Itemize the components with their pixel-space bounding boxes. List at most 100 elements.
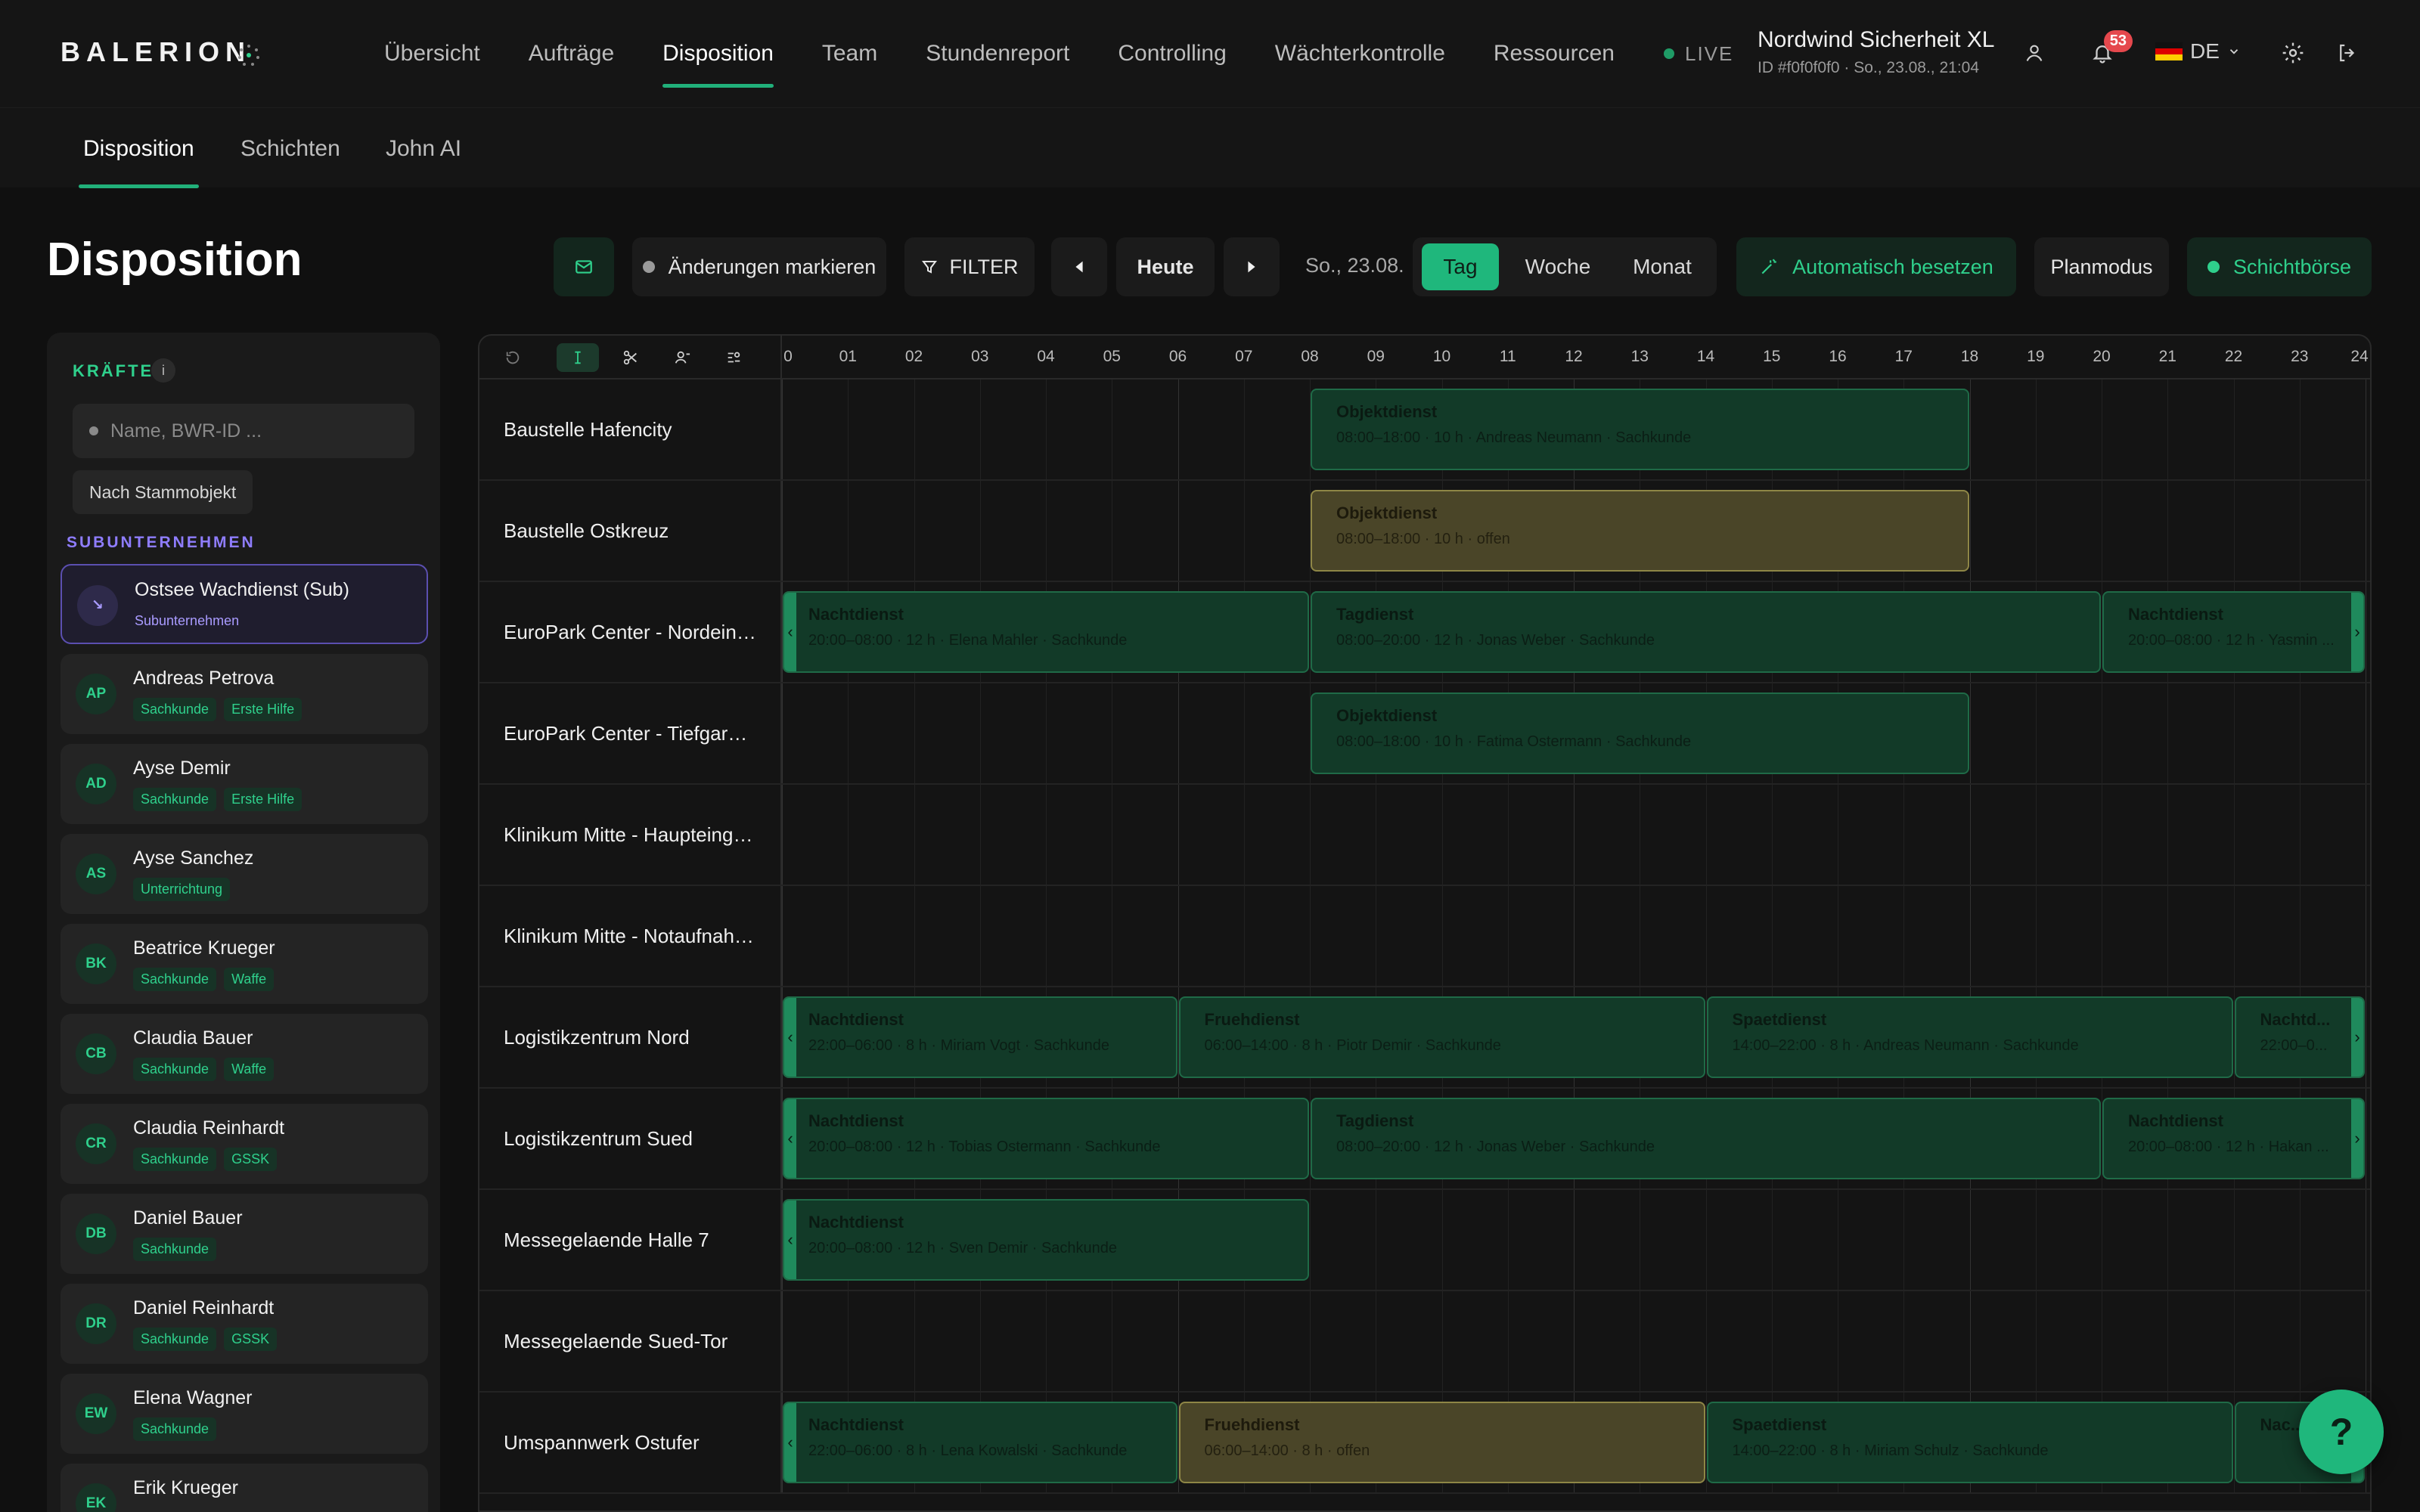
group-by-object-button[interactable]: Nach Stammobjekt [73, 470, 253, 514]
shift-block[interactable]: Tagdienst 08:00–20:00 · 12 h · Jonas Web… [1311, 591, 2101, 673]
nav-stundenreport[interactable]: Stundenreport [926, 0, 1069, 107]
select-cursor-icon[interactable] [557, 343, 599, 372]
row-track[interactable]: Objektdienst 08:00–18:00 · 10 h · offen [782, 481, 2370, 581]
open-shift-block[interactable]: Fruehdienst 06:00–14:00 · 8 h · offen [1178, 1402, 1705, 1483]
grid-line [1441, 1190, 1443, 1290]
user-icon[interactable] [2019, 38, 2049, 68]
object-name[interactable]: Klinikum Mitte - Notaufnahme [479, 886, 782, 986]
bell-icon[interactable]: 53 [2087, 30, 2133, 68]
object-name[interactable]: Messegelaende Sued-Tor [479, 1291, 782, 1391]
worker-card[interactable]: CR Claudia Reinhardt Sachkunde GSSK [60, 1104, 428, 1184]
shift-block[interactable]: Nachtdienst 20:00–08:00 · 12 h · Tobias … [783, 1098, 1309, 1179]
nav-team[interactable]: Team [822, 0, 877, 107]
help-button[interactable]: ? [2299, 1390, 2384, 1474]
planner-row: Messegelaende Sued-Tor [479, 1291, 2370, 1393]
info-icon[interactable]: i [151, 358, 175, 383]
tab-disposition[interactable]: Disposition [79, 108, 199, 188]
shift-block[interactable]: Nachtdienst 20:00–08:00 · 12 h · Yasmin … [2102, 591, 2365, 673]
worker-card[interactable]: AS Ayse Sanchez Unterrichtung [60, 834, 428, 914]
shift-block[interactable]: Objektdienst 08:00–18:00 · 10 h · Andrea… [1311, 389, 1969, 470]
row-track[interactable] [782, 886, 2370, 986]
shift-block[interactable]: Nachtdienst 22:00–06:00 · 8 h · Lena Kow… [783, 1402, 1177, 1483]
object-name[interactable]: Logistikzentrum Sued [479, 1089, 782, 1188]
list-settings-icon[interactable] [712, 343, 755, 372]
worker-card[interactable]: DB Daniel Bauer Sachkunde [60, 1194, 428, 1274]
row-track[interactable]: Nachtdienst 20:00–08:00 · 12 h · Sven De… [782, 1190, 2370, 1290]
worker-card[interactable]: BK Beatrice Krueger Sachkunde Waffe [60, 924, 428, 1004]
language-select[interactable]: DE [2155, 39, 2241, 64]
nav-uebersicht[interactable]: Übersicht [384, 0, 480, 107]
mark-changes-toggle[interactable]: Änderungen markieren [632, 237, 886, 296]
grid-line [1574, 785, 1575, 885]
shift-block[interactable]: Tagdienst 08:00–20:00 · 12 h · Jonas Web… [1311, 1098, 2101, 1179]
worker-search-input[interactable]: Name, BWR-ID ... [73, 404, 414, 458]
object-name[interactable]: Umspannwerk Ostufer [479, 1393, 782, 1492]
shift-block[interactable]: Nachtdienst 20:00–08:00 · 12 h · Sven De… [783, 1199, 1309, 1281]
nav-auftraege[interactable]: Aufträge [529, 0, 614, 107]
row-track[interactable]: Nachtdienst 22:00–06:00 · 8 h · Miriam V… [782, 987, 2370, 1087]
object-name[interactable]: EuroPark Center - Nordeingang [479, 582, 782, 682]
view-tag[interactable]: Tag [1422, 243, 1499, 290]
next-day-button[interactable] [1224, 237, 1280, 296]
grid-line [1310, 886, 1311, 986]
plan-mode-button[interactable]: Planmodus [2034, 237, 2169, 296]
row-track[interactable]: Nachtdienst 22:00–06:00 · 8 h · Lena Kow… [782, 1393, 2370, 1492]
grid-line [848, 785, 849, 885]
grid-line [1243, 380, 1245, 479]
shift-block[interactable]: Fruehdienst 06:00–14:00 · 8 h · Piotr De… [1178, 996, 1705, 1078]
shift-exchange-button[interactable]: Schichtbörse [2187, 237, 2372, 296]
tab-schichten[interactable]: Schichten [240, 108, 340, 188]
worker-card[interactable]: EW Elena Wagner Sachkunde [60, 1374, 428, 1454]
filter-button[interactable]: FILTER [904, 237, 1035, 296]
worker-card[interactable]: DR Daniel Reinhardt Sachkunde GSSK [60, 1284, 428, 1364]
shift-block[interactable]: Spaetdienst 14:00–22:00 · 8 h · Miriam S… [1706, 1402, 2233, 1483]
grid-line [1969, 886, 1971, 986]
object-name[interactable]: Logistikzentrum Nord [479, 987, 782, 1087]
grid-line [2035, 481, 2037, 581]
scissors-icon[interactable] [610, 343, 652, 372]
grid-line [914, 481, 915, 581]
nav-ressourcen[interactable]: Ressourcen [1494, 0, 1615, 107]
row-track[interactable]: Nachtdienst 20:00–08:00 · 12 h · Elena M… [782, 582, 2370, 682]
shift-block[interactable]: Spaetdienst 14:00–22:00 · 8 h · Andreas … [1706, 996, 2233, 1078]
object-name[interactable]: Baustelle Ostkreuz [479, 481, 782, 581]
worker-card[interactable]: CB Claudia Bauer Sachkunde Waffe [60, 1014, 428, 1094]
row-track[interactable]: Objektdienst 08:00–18:00 · 10 h · Andrea… [782, 380, 2370, 479]
subcontractor-card[interactable]: ↘ Ostsee Wachdienst (Sub) Subunternehmen [60, 564, 428, 644]
assign-person-icon[interactable] [661, 343, 703, 372]
prev-day-button[interactable] [1051, 237, 1107, 296]
worker-card[interactable]: EK Erik Krueger [60, 1464, 428, 1512]
mail-button[interactable] [554, 237, 614, 296]
grid-line [1046, 886, 1047, 986]
object-name[interactable]: Baustelle Hafencity [479, 380, 782, 479]
row-track[interactable] [782, 1291, 2370, 1391]
grid-line [1046, 380, 1047, 479]
settings-gear-icon[interactable] [2278, 38, 2308, 68]
nav-waechterkontrolle[interactable]: Wächterkontrolle [1275, 0, 1445, 107]
tenant-switcher[interactable]: Nordwind Sicherheit XL ID #f0f0f0f0 · So… [1758, 27, 1995, 77]
shift-block[interactable]: Objektdienst 08:00–18:00 · 10 h · Fatima… [1311, 692, 1969, 774]
shift-block[interactable]: Nachtd... 22:00–0... [2234, 996, 2365, 1078]
open-shift-block[interactable]: Objektdienst 08:00–18:00 · 10 h · offen [1311, 490, 1969, 572]
object-name[interactable]: Klinikum Mitte - Haupteingang [479, 785, 782, 885]
grid-line [2167, 683, 2169, 783]
tab-john-ai[interactable]: John AI [386, 108, 461, 188]
row-track[interactable]: Nachtdienst 20:00–08:00 · 12 h · Tobias … [782, 1089, 2370, 1188]
undo-icon[interactable] [492, 343, 534, 372]
logout-icon[interactable] [2332, 38, 2363, 68]
object-name[interactable]: EuroPark Center - Tiefgarage [479, 683, 782, 783]
worker-card[interactable]: AP Andreas Petrova Sachkunde Erste Hilfe [60, 654, 428, 734]
today-button[interactable]: Heute [1116, 237, 1215, 296]
nav-controlling[interactable]: Controlling [1118, 0, 1226, 107]
shift-block[interactable]: Nachtdienst 20:00–08:00 · 12 h · Hakan .… [2102, 1098, 2365, 1179]
view-woche[interactable]: Woche [1511, 243, 1605, 290]
row-track[interactable] [782, 785, 2370, 885]
shift-block[interactable]: Nachtdienst 22:00–06:00 · 8 h · Miriam V… [783, 996, 1177, 1078]
row-track[interactable]: Objektdienst 08:00–18:00 · 10 h · Fatima… [782, 683, 2370, 783]
shift-block[interactable]: Nachtdienst 20:00–08:00 · 12 h · Elena M… [783, 591, 1309, 673]
view-monat[interactable]: Monat [1615, 243, 1709, 290]
object-name[interactable]: Messegelaende Halle 7 [479, 1190, 782, 1290]
nav-disposition[interactable]: Disposition [662, 0, 774, 107]
worker-card[interactable]: AD Ayse Demir Sachkunde Erste Hilfe [60, 744, 428, 824]
auto-assign-button[interactable]: Automatisch besetzen [1736, 237, 2016, 296]
